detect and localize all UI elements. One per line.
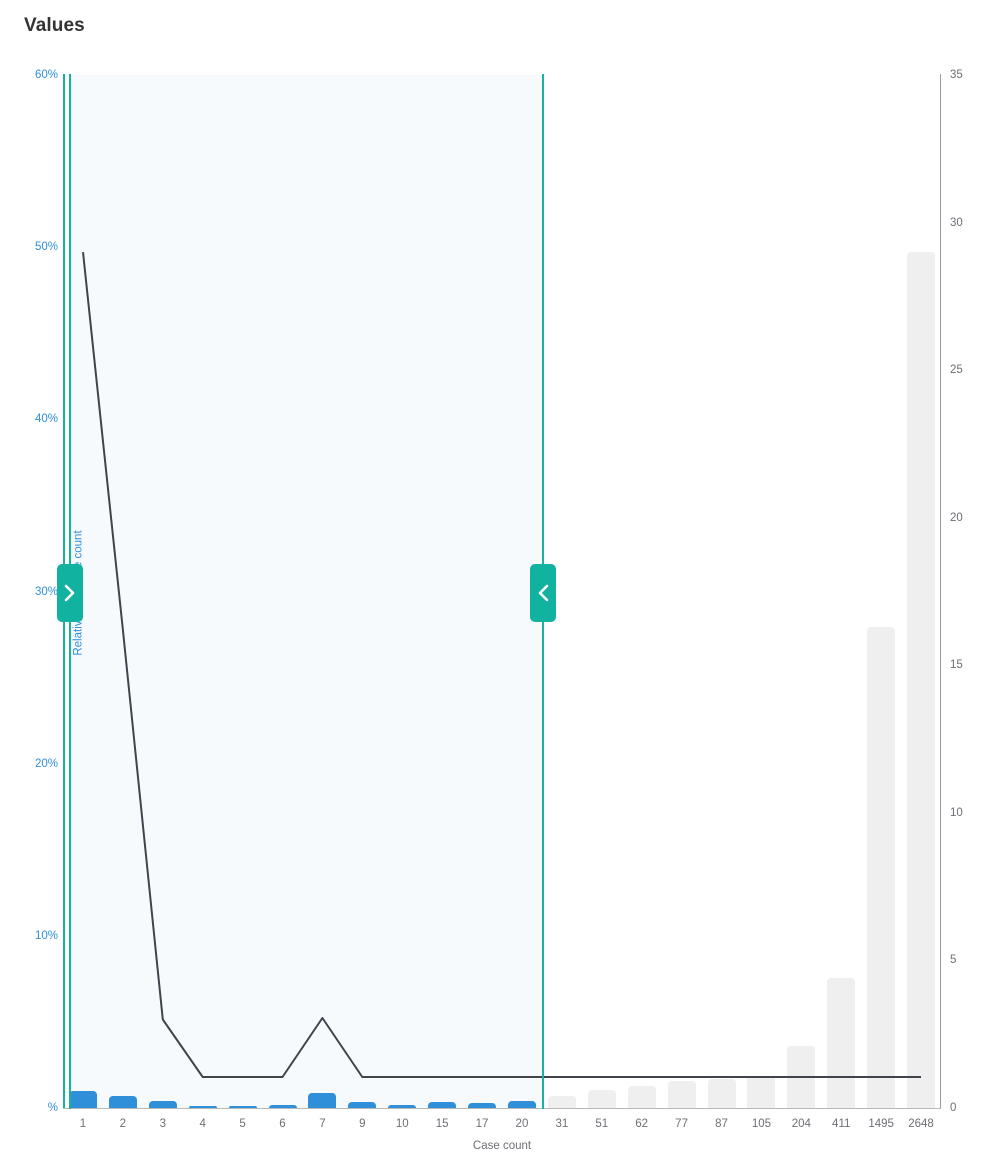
variant-count-line <box>82 251 921 1078</box>
x-axis-tick: 2648 <box>908 1118 934 1130</box>
bottom-axis-line <box>63 1108 941 1109</box>
x-axis-tick: 10 <box>395 1118 409 1130</box>
x-axis-tick: 77 <box>675 1118 688 1130</box>
right-axis-tick: 30 <box>950 216 963 229</box>
x-axis-tick: 15 <box>435 1118 449 1130</box>
x-axis-tick: 20 <box>515 1118 529 1130</box>
left-axis-tick: 10% <box>34 929 58 942</box>
right-axis-tick: 15 <box>950 659 963 672</box>
x-axis-tick: 1 <box>79 1118 87 1130</box>
x-axis-tick: 1495 <box>868 1118 894 1130</box>
x-axis-ticks: 1 2 3 4 5 6 7 9 10 15 17 20 31 51 62 77 87 105 204 411 1495 2… <box>0 1118 996 1138</box>
left-axis-tick: 60% <box>34 69 58 81</box>
x-axis-tick: 4 <box>199 1118 206 1130</box>
variant-count-line-path <box>82 251 921 1078</box>
x-axis-tick: 6 <box>279 1118 286 1130</box>
x-axis-tick: 411 <box>832 1118 851 1130</box>
right-axis-tick: 10 <box>950 806 963 819</box>
right-axis-line <box>940 74 941 1109</box>
right-axis-tick: 5 <box>950 954 957 967</box>
chevron-right-icon <box>64 583 76 603</box>
x-axis-title: Case count <box>472 1140 532 1152</box>
brush-handle-right[interactable] <box>530 564 556 622</box>
x-axis-tick: 87 <box>715 1118 728 1130</box>
left-axis-ticks: % 10% 20% 30% 40% 50% 60% <box>0 0 58 1165</box>
right-axis-tick: 25 <box>950 364 963 377</box>
x-axis-tick: 7 <box>319 1118 326 1130</box>
x-axis-tick: 62 <box>635 1118 649 1130</box>
right-axis-tick: 20 <box>950 511 963 524</box>
x-axis-tick: 105 <box>751 1118 771 1130</box>
left-axis-tick: 40% <box>34 413 58 426</box>
x-axis-tick: 5 <box>239 1118 246 1130</box>
x-axis-tick: 3 <box>159 1118 166 1130</box>
right-axis-ticks: 0 5 10 15 20 25 30 35 <box>950 0 996 1165</box>
x-axis-tick: 31 <box>555 1118 569 1130</box>
chevron-left-icon <box>537 583 549 603</box>
left-axis-tick: 50% <box>34 241 58 254</box>
left-axis-tick: % <box>47 1102 58 1114</box>
right-axis-tick: 35 <box>950 69 963 81</box>
x-axis-tick: 204 <box>791 1118 811 1130</box>
x-axis-tick: 9 <box>359 1118 366 1130</box>
brush-handle-left[interactable] <box>57 564 83 622</box>
plot-area <box>63 75 941 1108</box>
left-axis-tick: 30% <box>34 585 58 598</box>
x-axis-tick: 51 <box>595 1118 609 1130</box>
right-axis-tick: 0 <box>950 1102 957 1114</box>
left-axis-tick: 20% <box>34 757 58 770</box>
x-axis-tick: 2 <box>119 1118 127 1130</box>
values-chart-panel: Values % 10% 20% 30% 40% 50% 60% 0 5 10 15 20 25 30 3… <box>0 0 996 1165</box>
x-axis-tick: 17 <box>475 1118 489 1130</box>
